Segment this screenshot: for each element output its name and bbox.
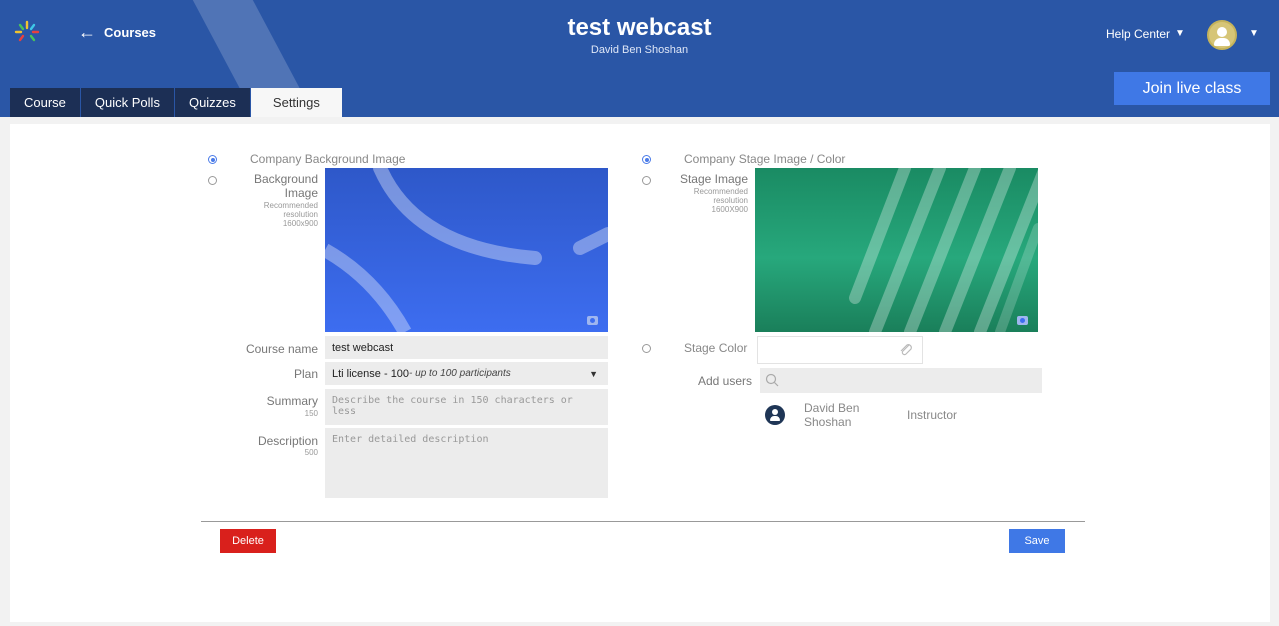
stage-image-radio[interactable]	[642, 176, 651, 185]
camera-icon[interactable]	[587, 316, 598, 325]
tab-settings[interactable]: Settings	[250, 88, 343, 117]
background-image-preview[interactable]	[325, 168, 608, 332]
user-name: David Ben Shoshan	[804, 401, 860, 429]
background-image-label: Background Image	[253, 172, 318, 200]
tab-quick-polls[interactable]: Quick Polls	[80, 88, 175, 117]
company-stage-label: Company Stage Image / Color	[684, 152, 846, 166]
tab-bar: Course Quick Polls Quizzes Settings	[10, 88, 343, 117]
stage-image-label: Stage Image	[679, 172, 748, 186]
course-name-label: Course name	[245, 342, 318, 356]
user-role: Instructor	[907, 408, 958, 422]
stage-color-radio[interactable]	[642, 344, 651, 353]
course-name-value: test webcast	[332, 341, 394, 354]
description-placeholder: Enter detailed description	[332, 434, 489, 445]
help-center-menu[interactable]: Help Center	[1106, 27, 1170, 41]
stage-pattern	[849, 168, 1038, 332]
stage-image-preview[interactable]	[755, 168, 1038, 332]
chevron-down-icon[interactable]: ▼	[589, 369, 598, 379]
description-label: Description	[257, 434, 318, 448]
plan-value: Lti license - 100	[332, 367, 410, 380]
page-subtitle: David Ben Shoshan	[590, 44, 689, 56]
background-pattern	[325, 168, 608, 332]
background-image-radio[interactable]	[208, 176, 217, 185]
summary-input[interactable]: Describe the course in 150 characters or…	[325, 389, 608, 425]
tab-quizzes[interactable]: Quizzes	[174, 88, 251, 117]
summary-placeholder: Describe the course in 150 characters or…	[332, 395, 573, 417]
avatar[interactable]	[1207, 20, 1237, 50]
chevron-down-icon[interactable]: ▼	[1249, 28, 1259, 39]
delete-button[interactable]: Delete	[220, 529, 276, 553]
plan-label: Plan	[293, 367, 318, 381]
company-stage-radio[interactable]	[642, 155, 651, 164]
company-bg-label: Company Background Image	[250, 152, 406, 166]
settings-panel: Company Background Image Background Imag…	[10, 124, 1270, 622]
chevron-down-icon[interactable]: ▼	[1175, 28, 1185, 39]
company-bg-radio[interactable]	[208, 155, 217, 164]
stage-image-hint: Recommended resolution 1600X900	[693, 187, 748, 214]
summary-limit: 150	[304, 409, 318, 418]
add-users-search[interactable]	[760, 368, 1042, 393]
summary-label: Summary	[266, 394, 318, 408]
search-icon	[765, 373, 779, 387]
paperclip-icon[interactable]	[898, 342, 914, 358]
divider	[201, 521, 1085, 522]
plan-select[interactable]: Lti license - 100 - up to 100 participan…	[325, 362, 608, 385]
stage-color-picker[interactable]	[757, 336, 923, 364]
description-input[interactable]: Enter detailed description	[325, 428, 608, 498]
description-limit: 500	[304, 448, 318, 457]
stage-color-label: Stage Color	[684, 341, 748, 355]
plan-note: - up to 100 participants	[409, 368, 511, 379]
tab-course[interactable]: Course	[10, 88, 81, 117]
add-users-label: Add users	[697, 374, 752, 388]
join-live-class-button[interactable]: Join live class	[1114, 72, 1270, 105]
background-image-hint: Recommended resolution 1600x900	[263, 201, 318, 228]
course-name-field[interactable]: test webcast	[325, 336, 608, 359]
user-avatar-icon	[765, 405, 785, 425]
camera-icon[interactable]	[1017, 316, 1028, 325]
save-button[interactable]: Save	[1009, 529, 1065, 553]
page-title: test webcast	[567, 14, 712, 41]
